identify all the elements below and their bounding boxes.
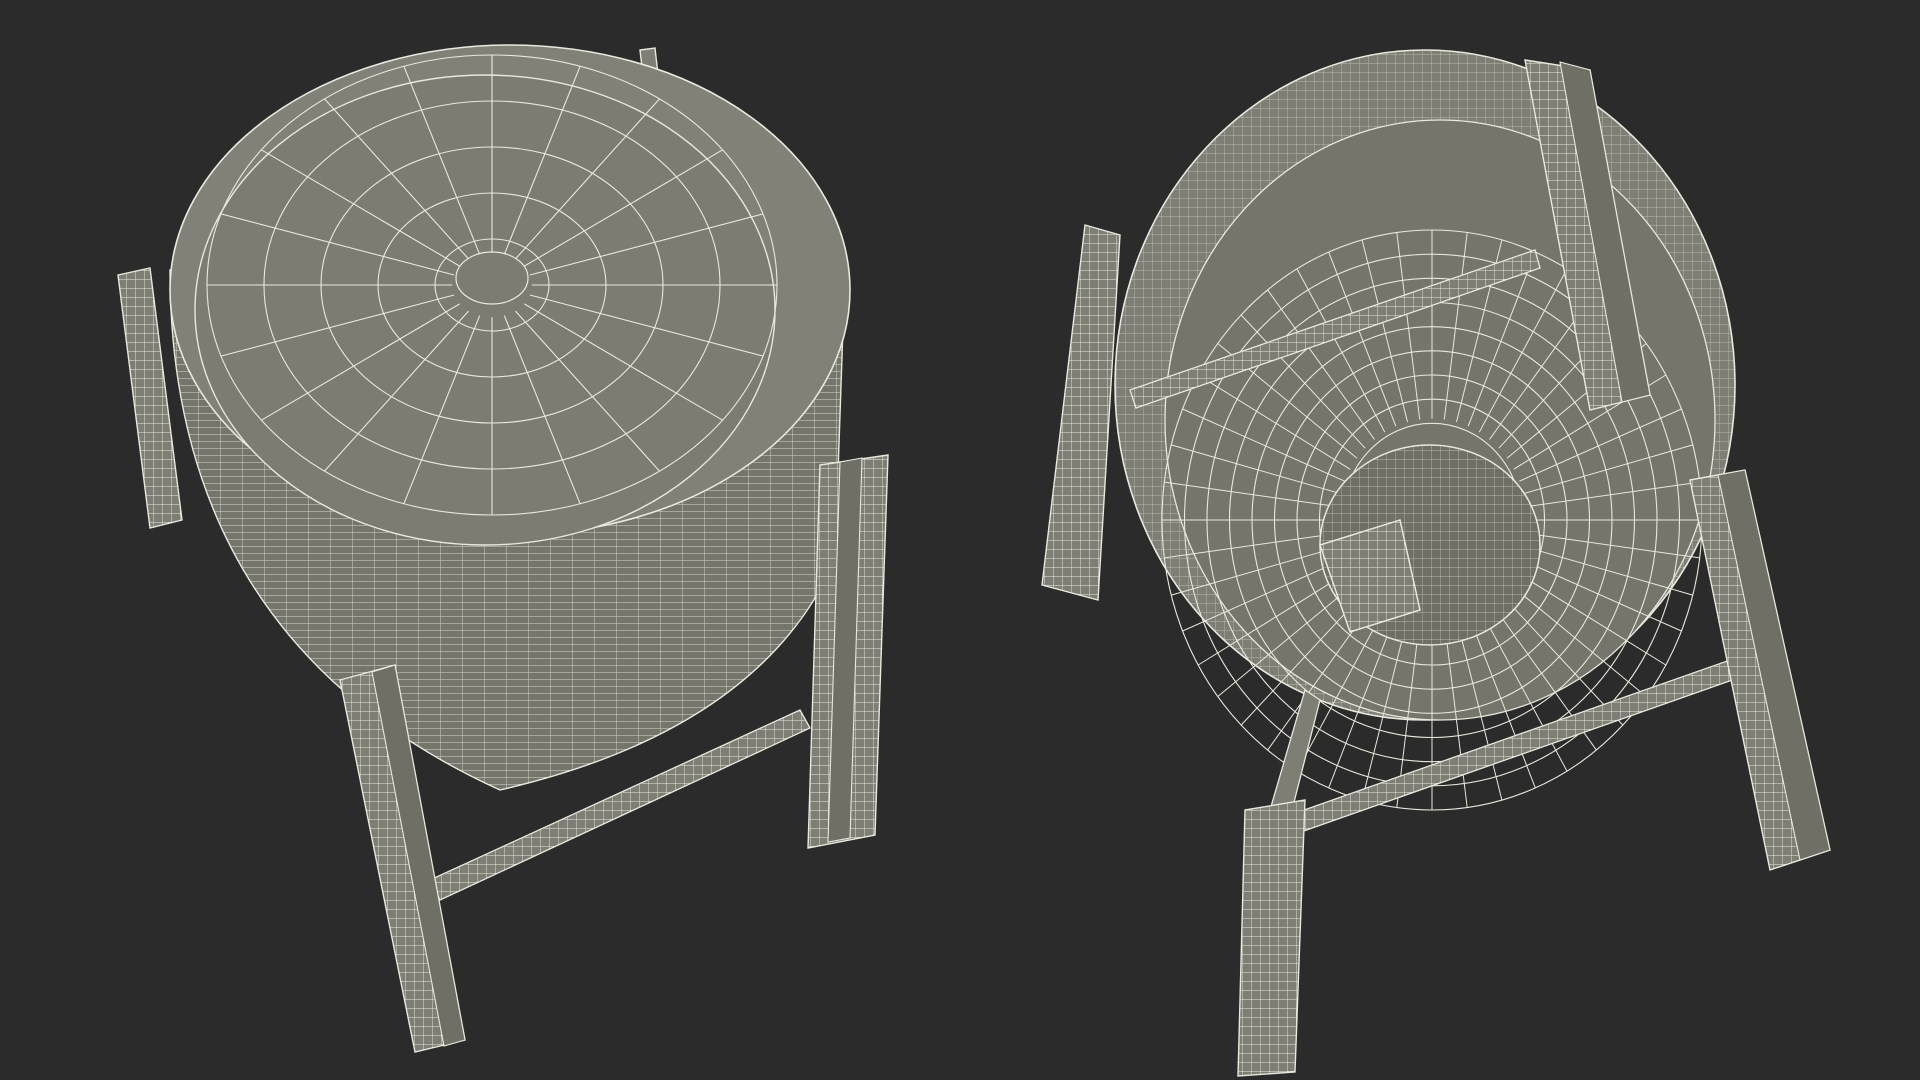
tank-top-view <box>117 44 889 1053</box>
tank-bottom-view <box>1041 49 1831 1077</box>
front-leg-right <box>807 454 889 849</box>
render-viewport <box>0 0 1920 1080</box>
bottom-leg-front <box>1237 799 1306 1077</box>
wireframe-scene <box>117 44 1831 1077</box>
outlet-chute <box>1319 444 1541 646</box>
bottom-leg-left <box>1041 224 1121 601</box>
